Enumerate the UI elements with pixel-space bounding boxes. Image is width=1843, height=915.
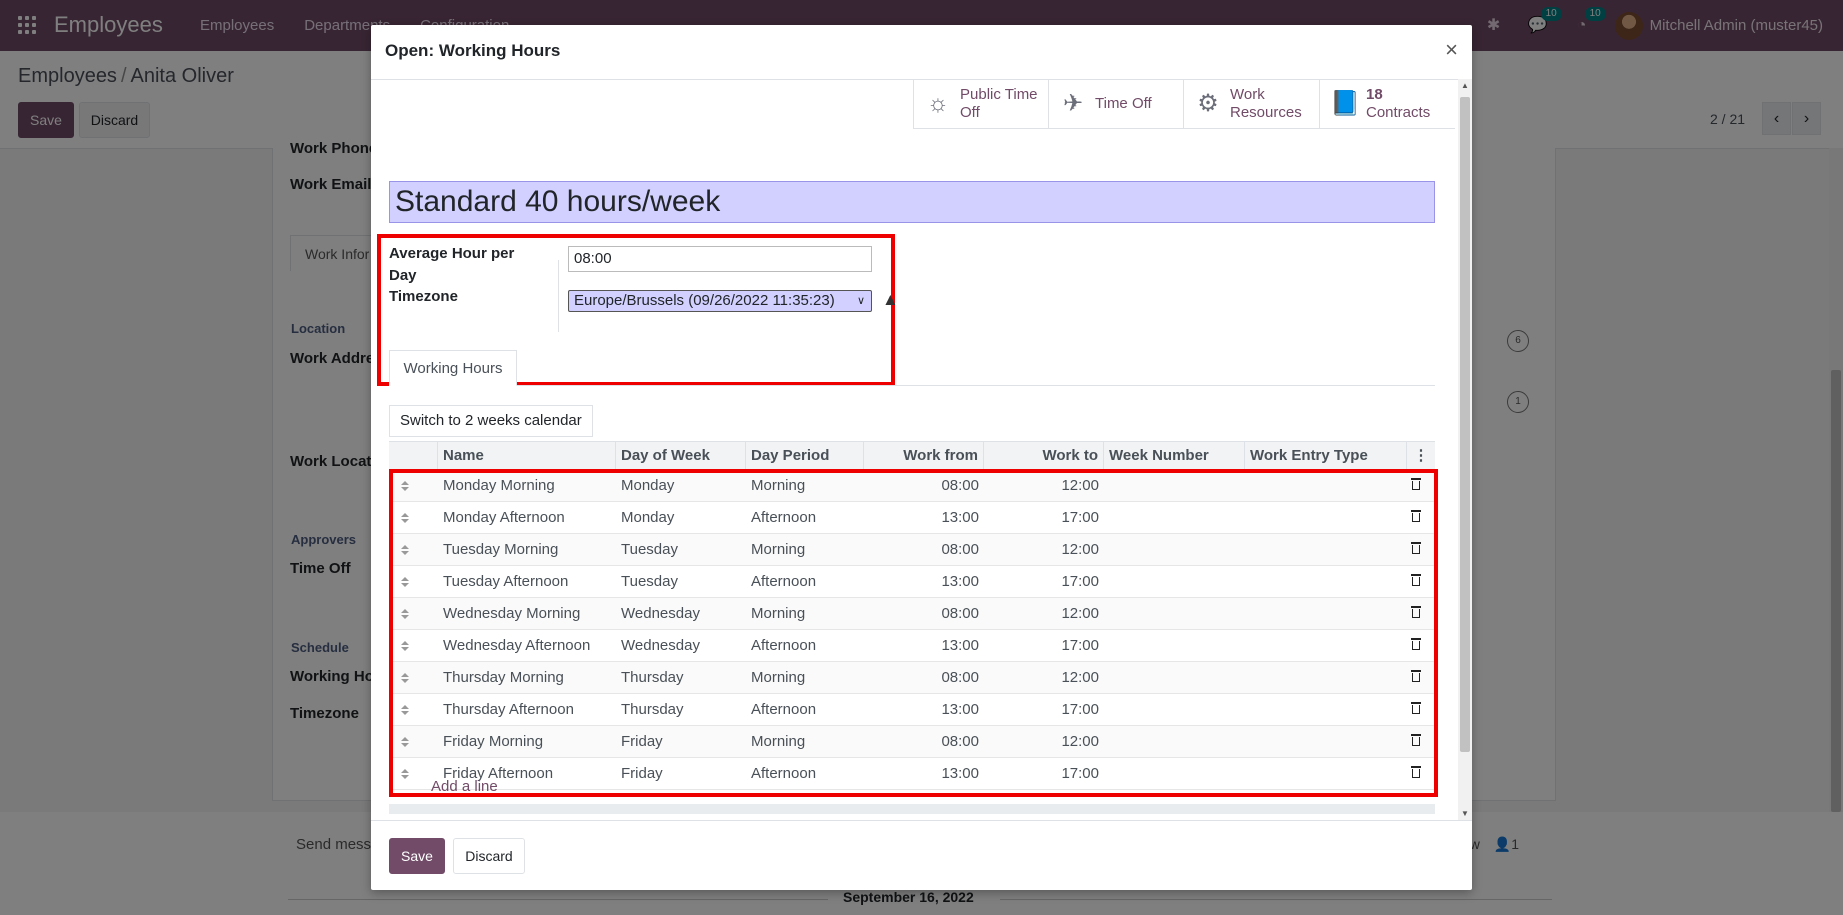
switch-two-weeks-button[interactable]: Switch to 2 weeks calendar [389,405,593,437]
chevron-down-icon: ∨ [856,295,865,307]
add-line-link[interactable]: Add a line [431,778,498,795]
scroll-up-icon[interactable]: ▲ [1461,81,1469,90]
column-day-period[interactable]: Day Period [746,442,864,470]
column-day-of-week[interactable]: Day of Week [616,442,746,470]
column-name[interactable]: Name [438,442,616,470]
timezone-value: Europe/Brussels (09/26/2022 11:35:23) [574,292,835,309]
handle-column-header [389,442,438,470]
stat-count: 18 [1366,85,1383,103]
public-holiday-icon: ☼ [927,89,949,117]
dialog-save-button[interactable]: Save [389,838,445,874]
dialog-body: ☼ Public Time Off ✈ Time Off ⚙ Work Resour… [371,79,1458,820]
gears-icon: ⚙ [1197,90,1219,117]
stat-label: Resources [1230,103,1302,121]
dialog-scrollbar[interactable]: ▲ ▼ [1458,79,1472,820]
dialog-discard-button[interactable]: Discard [453,838,525,874]
dialog-header: Open: Working Hours × [371,25,1472,80]
smart-buttons: ☼ Public Time Off ✈ Time Off ⚙ Work Resour… [913,79,1455,129]
stat-label: Contracts [1366,103,1431,121]
stat-label: Public Time [960,85,1038,103]
stat-label: Off [960,103,980,121]
average-hour-input[interactable]: 08:00 [568,246,872,272]
timezone-select[interactable]: Europe/Brussels (09/26/2022 11:35:23) ∨ [568,290,872,312]
dialog-footer: Save Discard [371,820,1472,890]
optional-columns-icon[interactable]: ⋮ [1407,442,1435,470]
book-icon: 📘 [1330,90,1360,117]
column-week-number[interactable]: Week Number [1104,442,1245,470]
highlight-box [389,469,1438,797]
working-hours-dialog: Open: Working Hours × ☼ Public Time Off ✈… [371,25,1472,890]
public-time-off-button[interactable]: ☼ Public Time Off [913,79,1048,128]
column-work-to[interactable]: Work to [984,442,1104,470]
divider [558,260,559,332]
stat-label: Time Off [1095,94,1152,112]
average-hour-label: Average Hour per Day [389,245,515,284]
divider [389,385,1435,386]
work-resources-button[interactable]: ⚙ Work Resources [1183,79,1319,128]
close-icon[interactable]: × [1445,37,1458,63]
tab-working-hours[interactable]: Working Hours [389,350,517,386]
column-work-entry-type[interactable]: Work Entry Type [1245,442,1407,470]
stat-label: Work [1230,85,1265,103]
dialog-title: Open: Working Hours [385,41,561,60]
timezone-label: Timezone [389,288,458,305]
calendar-name-input[interactable]: Standard 40 hours/week [389,181,1435,223]
table-header: Name Day of Week Day Period Work from Wo… [389,441,1435,472]
plane-icon: ✈ [1062,90,1084,117]
table-footer [389,804,1435,814]
time-off-button[interactable]: ✈ Time Off [1048,79,1183,128]
column-work-from[interactable]: Work from [864,442,984,470]
warning-icon[interactable]: ▲ [882,290,899,310]
scroll-down-icon[interactable]: ▼ [1461,809,1469,818]
contracts-button[interactable]: 📘 18 Contracts [1319,79,1455,128]
